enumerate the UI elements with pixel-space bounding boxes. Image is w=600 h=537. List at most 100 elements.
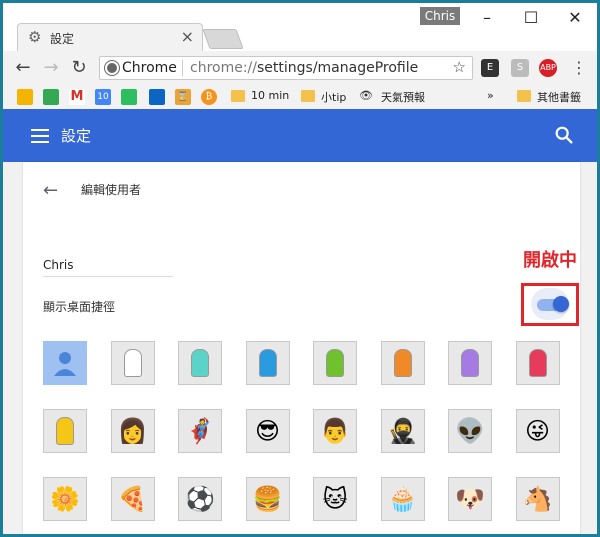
reload-button[interactable]: ↻	[67, 57, 91, 79]
cat-avatar[interactable]: 🐱	[313, 477, 357, 521]
head-silhouette-icon	[528, 349, 547, 377]
green-head-avatar[interactable]	[313, 341, 357, 385]
omnibox-separator	[182, 60, 183, 76]
alien-avatar[interactable]: 👽	[448, 409, 492, 453]
bookmarks-overflow-icon[interactable]: »	[487, 89, 494, 102]
url-prefix: chrome://	[190, 60, 257, 76]
head-silhouette-icon	[393, 349, 412, 377]
settings-content: ← 編輯使用者 Chris 顯示桌面捷徑 開啟中 👩 🦸 😎 👨 🥷 👽 😜 🌼 🍕 ⚽ 🍔 🐱 🧁 🐶 🐴…	[3, 162, 597, 534]
head-silhouette-icon	[56, 417, 74, 445]
menu-icon[interactable]: ⋮	[567, 57, 591, 79]
other-bookmarks[interactable]: 其他書籤	[537, 89, 581, 105]
hamburger-icon: 🍔	[252, 485, 283, 513]
back-arrow-icon[interactable]: ←	[43, 180, 58, 201]
person-icon	[54, 352, 76, 376]
cupcake-icon: 🧁	[387, 485, 418, 513]
bookmarks-bar: M 10 ⌛ ₿ 10 min 小tip 👁 天氣預報 » 其他書籤	[3, 85, 597, 110]
purple-head-avatar[interactable]	[448, 341, 492, 385]
yellow-head-avatar[interactable]	[43, 409, 87, 453]
dog-icon: 🐶	[455, 485, 485, 513]
folder-icon	[517, 90, 531, 102]
search-icon[interactable]	[553, 124, 575, 146]
settings-header: 設定	[3, 109, 597, 162]
adblock-extension-icon[interactable]: ABP	[539, 59, 557, 77]
annotation-enabled-label: 開啟中	[523, 250, 577, 271]
minimize-button[interactable]: –	[465, 5, 509, 31]
eye-icon: 👁	[359, 89, 373, 102]
google-maps-icon[interactable]	[43, 89, 59, 105]
hamburger-menu-icon[interactable]	[31, 129, 49, 143]
cat-icon: 🐱	[322, 485, 348, 513]
flower-avatar[interactable]: 🌼	[43, 477, 87, 521]
star-icon[interactable]: ☆	[453, 58, 466, 76]
toolbar: ← → ↻ Chrome chrome://settings/managePro…	[3, 51, 597, 85]
generic-avatar[interactable]	[43, 341, 87, 385]
edit-profile-card: ← 編輯使用者 Chris 顯示桌面捷徑 開啟中 👩 🦸 😎 👨 🥷 👽 😜 🌼 🍕 ⚽ 🍔 🐱 🧁 🐶 🐴…	[23, 162, 580, 534]
head-silhouette-icon	[461, 349, 479, 377]
ninja-avatar[interactable]: 🥷	[380, 409, 425, 453]
orange-head-avatar[interactable]	[380, 341, 425, 385]
red-head-avatar[interactable]	[515, 341, 560, 385]
maximize-button[interactable]: ☐	[509, 5, 553, 31]
smiley-avatar[interactable]: 😜	[515, 409, 560, 453]
omnibox-chrome-label: Chrome	[122, 60, 177, 76]
close-window-button[interactable]: ✕	[553, 5, 597, 31]
onedrive-icon[interactable]	[149, 89, 165, 105]
desktop-shortcut-toggle[interactable]	[531, 288, 569, 320]
new-tab-button[interactable]	[202, 29, 244, 49]
head-silhouette-icon	[123, 349, 142, 377]
cyan-head-avatar[interactable]	[178, 341, 222, 385]
hourglass-icon[interactable]: ⌛	[175, 89, 191, 105]
man-icon: 👨	[320, 417, 350, 445]
flower-icon: 🌼	[50, 485, 80, 513]
gmail-icon[interactable]: M	[69, 89, 85, 105]
google-drive-icon[interactable]	[17, 89, 33, 105]
tab-title: 設定	[50, 32, 75, 46]
page-title: 設定	[61, 127, 92, 145]
bookmark-weather[interactable]: 天氣預報	[381, 89, 425, 105]
desktop-shortcut-label: 顯示桌面捷徑	[43, 300, 116, 314]
ninja-icon: 🥷	[387, 417, 418, 445]
evernote-icon[interactable]	[121, 89, 137, 105]
superhero-avatar[interactable]: 🦸	[178, 409, 222, 453]
url-path: settings/manageProfile	[257, 60, 419, 76]
horse-icon: 🐴	[522, 485, 553, 513]
smiley-icon: 😜	[524, 417, 551, 445]
tab-settings[interactable]: ⚙ 設定 ×	[17, 23, 203, 51]
superhero-icon: 🦸	[185, 417, 215, 445]
address-bar[interactable]: Chrome chrome://settings/manageProfile ☆	[99, 56, 473, 80]
title-bar: ⚙ 設定 × Chris – ☐ ✕	[3, 3, 597, 51]
gear-icon: ⚙	[28, 28, 42, 46]
businesswoman-avatar[interactable]: 👩	[110, 409, 155, 453]
browser-window: ⚙ 設定 × Chris – ☐ ✕ ← → ↻ Chrome chrome:/…	[0, 0, 600, 537]
profile-badge[interactable]: Chris	[420, 7, 460, 25]
skype-extension-icon[interactable]: S	[511, 59, 529, 77]
man-avatar[interactable]: 👨	[313, 409, 357, 453]
dog-avatar[interactable]: 🐶	[448, 477, 492, 521]
profile-name-input[interactable]: Chris	[43, 258, 173, 277]
businesswoman-icon: 👩	[117, 417, 148, 445]
bitcoin-icon[interactable]: ₿	[201, 89, 217, 105]
forward-button[interactable]: →	[39, 57, 63, 79]
blue-head-avatar[interactable]	[245, 341, 290, 385]
folder-icon	[301, 90, 315, 102]
close-icon[interactable]: ×	[181, 27, 194, 46]
head-silhouette-icon	[326, 349, 344, 377]
toggle-knob	[553, 296, 569, 312]
omnibox-url[interactable]: chrome://settings/manageProfile	[190, 60, 418, 76]
bookmark-folder-10min[interactable]: 10 min	[251, 89, 289, 102]
evernote-extension-icon[interactable]: E	[481, 59, 499, 77]
head-silhouette-icon	[191, 349, 209, 377]
white-head-avatar[interactable]	[110, 341, 155, 385]
soccer-ball-avatar[interactable]: ⚽	[178, 477, 222, 521]
hamburger-avatar[interactable]: 🍔	[245, 477, 290, 521]
woman-sunglasses-icon: 😎	[254, 417, 281, 445]
back-button[interactable]: ←	[11, 57, 35, 79]
woman-sunglasses-avatar[interactable]: 😎	[245, 409, 290, 453]
calendar-icon[interactable]: 10	[95, 89, 111, 105]
cupcake-avatar[interactable]: 🧁	[380, 477, 425, 521]
bookmark-folder-tip[interactable]: 小tip	[321, 89, 346, 105]
pizza-avatar[interactable]: 🍕	[110, 477, 155, 521]
soccer-ball-icon: ⚽	[185, 485, 215, 513]
horse-avatar[interactable]: 🐴	[515, 477, 560, 521]
